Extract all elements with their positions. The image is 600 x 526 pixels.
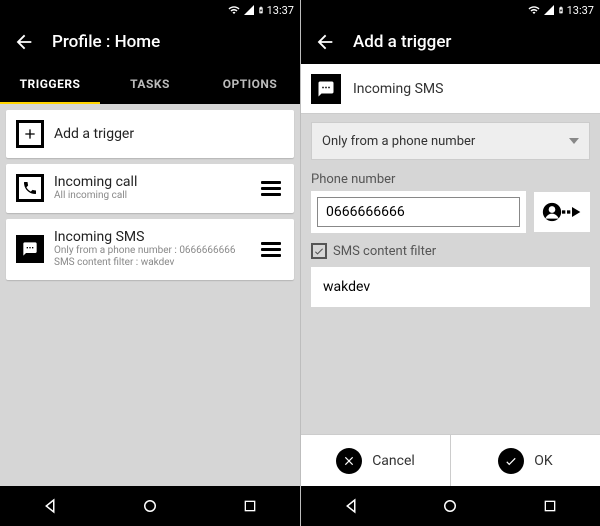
tab-triggers[interactable]: TRIGGERS	[0, 64, 100, 104]
phone-input-row	[311, 191, 590, 233]
nav-back[interactable]	[321, 486, 381, 526]
battery-icon	[257, 3, 265, 17]
nav-home[interactable]	[420, 486, 480, 526]
drag-handle[interactable]	[258, 242, 284, 257]
signal-icon	[543, 4, 555, 16]
content-pane: Incoming SMS Only from a phone number Ph…	[301, 64, 600, 486]
sms-filter-checkbox[interactable]: SMS content filter	[311, 243, 590, 259]
phone-input[interactable]	[317, 197, 520, 227]
drag-handle[interactable]	[258, 181, 284, 196]
sms-filter-label: SMS content filter	[333, 244, 436, 259]
status-bar: 13:37	[0, 0, 300, 20]
back-button[interactable]	[309, 26, 341, 58]
pick-contact-button[interactable]	[534, 192, 590, 232]
sms-icon	[16, 235, 44, 263]
battery-icon	[557, 3, 565, 17]
nav-recent[interactable]	[520, 486, 580, 526]
ok-icon	[498, 448, 524, 474]
cancel-button[interactable]: Cancel	[301, 435, 450, 486]
item-texts: Incoming call All incoming call	[54, 174, 248, 203]
tab-tasks[interactable]: TASKS	[100, 64, 200, 104]
tab-label: OPTIONS	[223, 77, 278, 91]
trigger-item-incoming-call[interactable]: Incoming call All incoming call	[6, 164, 294, 213]
status-time: 13:37	[567, 4, 594, 17]
item-sub: Only from a phone number : 0666666666 SM…	[54, 245, 248, 270]
add-trigger-texts: Add a trigger	[54, 126, 284, 142]
navbar	[301, 486, 600, 526]
item-label: Incoming call	[54, 174, 248, 190]
sms-filter-field-wrap	[311, 267, 590, 307]
nav-back[interactable]	[20, 486, 80, 526]
phone-field-wrap	[311, 191, 526, 233]
header-label: Incoming SMS	[353, 81, 443, 97]
ok-label: OK	[534, 453, 552, 469]
status-time: 13:37	[267, 4, 294, 17]
wifi-icon	[227, 4, 241, 16]
nav-recent[interactable]	[220, 486, 280, 526]
wifi-icon	[527, 4, 541, 16]
toolbar: Add a trigger	[301, 20, 600, 64]
cancel-label: Cancel	[372, 453, 415, 469]
tab-label: TASKS	[130, 77, 170, 91]
filter-mode-spinner[interactable]: Only from a phone number	[311, 122, 590, 160]
back-button[interactable]	[8, 26, 40, 58]
list-area: Add a trigger Incoming call All incoming…	[0, 104, 300, 486]
trigger-item-incoming-sms[interactable]: Incoming SMS Only from a phone number : …	[6, 219, 294, 280]
toolbar: Profile : Home	[0, 20, 300, 64]
add-trigger-label: Add a trigger	[54, 126, 284, 142]
content: Only from a phone number Phone number	[301, 114, 600, 315]
dropdown-icon	[569, 138, 579, 144]
item-texts: Incoming SMS Only from a phone number : …	[54, 229, 248, 270]
trigger-header: Incoming SMS	[301, 64, 600, 114]
contact-export-icon	[542, 200, 582, 224]
add-trigger-card[interactable]: Add a trigger	[6, 110, 294, 158]
add-icon	[16, 120, 44, 148]
phone-left: 13:37 Profile : Home TRIGGERS TASKS OPTI…	[0, 0, 300, 526]
toolbar-title: Profile : Home	[52, 32, 160, 52]
cancel-icon	[336, 448, 362, 474]
navbar	[0, 486, 300, 526]
nav-home[interactable]	[120, 486, 180, 526]
tabs: TRIGGERS TASKS OPTIONS	[0, 64, 300, 104]
status-bar: 13:37	[301, 0, 600, 20]
ok-button[interactable]: OK	[450, 435, 600, 486]
button-bar: Cancel OK	[301, 434, 600, 486]
phone-icon	[16, 174, 44, 202]
arrow-back-icon	[314, 31, 336, 53]
tab-label: TRIGGERS	[20, 77, 81, 91]
signal-icon	[243, 4, 255, 16]
checkbox-icon	[311, 243, 327, 259]
sms-icon	[311, 74, 341, 104]
arrow-back-icon	[13, 31, 35, 53]
spinner-selected: Only from a phone number	[322, 134, 475, 149]
item-sub: All incoming call	[54, 190, 248, 203]
phone-number-label: Phone number	[311, 172, 590, 187]
tab-options[interactable]: OPTIONS	[200, 64, 300, 104]
item-label: Incoming SMS	[54, 229, 248, 245]
phone-right: 13:37 Add a trigger Incoming SMS Only fr…	[300, 0, 600, 526]
toolbar-title: Add a trigger	[353, 32, 451, 52]
sms-filter-input[interactable]	[315, 271, 586, 303]
